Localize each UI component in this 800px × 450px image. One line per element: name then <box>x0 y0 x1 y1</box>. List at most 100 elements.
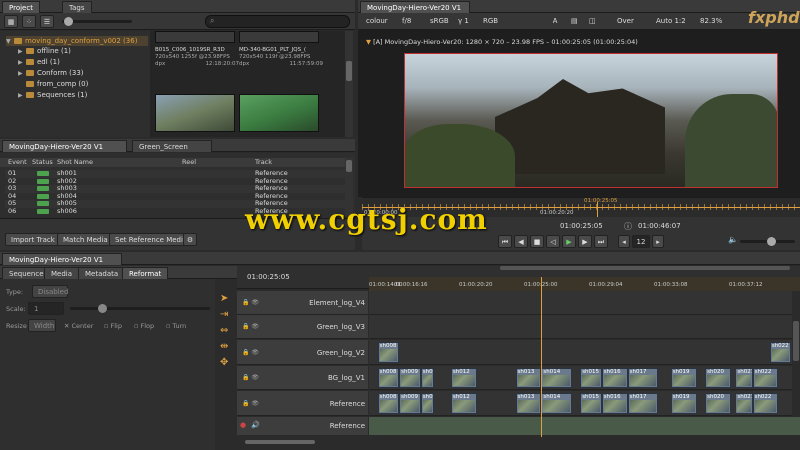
timeline-clip[interactable]: sh016 <box>601 368 628 388</box>
track-header[interactable]: 🔒 👁 Green_log_V3 <box>237 315 368 339</box>
turn-checkbox[interactable]: ▫ Turn <box>166 322 186 330</box>
gamma-value[interactable]: γ 1 <box>458 13 469 30</box>
timeline-clip[interactable]: sh013 <box>515 368 542 388</box>
center-checkbox[interactable]: ✕ Center <box>64 322 93 330</box>
thumb-size-slider[interactable] <box>62 17 132 26</box>
scroll-thumb[interactable] <box>245 440 315 444</box>
fstop-value[interactable]: f/8 <box>402 13 411 30</box>
tab-viewer[interactable]: MovingDay-Hiero-Ver20 V1 <box>360 1 470 13</box>
scale-field[interactable]: 1 <box>28 302 64 315</box>
timeline-clip[interactable]: sh015 <box>580 368 602 388</box>
expand-icon[interactable]: ▶ <box>18 58 26 68</box>
tree-item-from-comp[interactable]: from_comp (0) <box>18 79 88 89</box>
select-tool-icon[interactable]: ➤ <box>220 293 228 304</box>
track-lane[interactable]: sh008 sh009 sh0 sh012 sh013 sh014 sh015 sh016 sh… <box>369 391 800 416</box>
tab-media[interactable]: Media <box>44 267 80 279</box>
frame-forward-button[interactable]: ▸ <box>652 235 664 248</box>
expand-icon[interactable]: ▶ <box>18 47 26 57</box>
timeline-clip[interactable]: sh008 <box>377 393 400 414</box>
play-reverse-button[interactable]: ◁ <box>546 235 560 248</box>
track-lane[interactable]: sh008 sh009 sh0 sh012 sh013 sh014 sh015 sh016 sh… <box>369 366 800 390</box>
track-header[interactable]: 🔒 👁 Green_log_V2 <box>237 340 368 365</box>
bin-scrollbar[interactable] <box>345 31 353 137</box>
stop-button[interactable]: ■ <box>530 235 544 248</box>
timeline-clip[interactable]: sh013 <box>515 393 542 414</box>
slip-tool-icon[interactable]: ⇥ <box>220 309 228 320</box>
volume-slider[interactable] <box>740 237 795 246</box>
display-mode-select[interactable]: RGB <box>483 13 498 30</box>
tab-timeline[interactable]: MovingDay-Hiero-Ver20 V1 <box>2 253 122 265</box>
zoom-tool-icon[interactable]: ✥ <box>220 357 228 368</box>
set-reference-media-button[interactable]: Set Reference Media <box>109 233 194 246</box>
timeline-clip[interactable]: sh021 <box>735 368 753 388</box>
timeline-clip[interactable]: sh009 <box>399 393 421 414</box>
tree-item-offline[interactable]: ▶ offline (1) <box>18 46 71 56</box>
trim-tool-icon[interactable]: ⇔ <box>220 325 228 336</box>
timeline-clip[interactable]: sh019 <box>670 368 697 388</box>
flip-checkbox[interactable]: ▫ Flip <box>104 322 122 330</box>
timeline-clip[interactable]: sh022 <box>769 342 792 363</box>
tree-item-sequences[interactable]: ▶ Sequences (1) <box>18 90 87 100</box>
import-track-button[interactable]: Import Track <box>5 233 61 246</box>
clip-thumbnail[interactable] <box>239 94 319 132</box>
blend-mode-select[interactable]: Over <box>617 13 634 30</box>
track-header[interactable]: 🔒 👁 BG_log_V1 <box>237 366 368 390</box>
type-select[interactable]: Disabled <box>32 285 68 298</box>
lock-icon[interactable]: 🔒 👁 <box>242 349 259 356</box>
clip-thumbnail[interactable] <box>155 94 235 132</box>
viewer-playhead[interactable] <box>597 202 598 218</box>
timeline-clip[interactable]: sh022 <box>752 368 779 388</box>
timeline-zoom-bar[interactable] <box>500 266 790 270</box>
timeline-playhead[interactable] <box>541 277 543 437</box>
match-media-button[interactable]: Match Media <box>57 233 114 246</box>
track-lane[interactable]: sh008 sh022 <box>369 340 800 365</box>
view-grid-button[interactable]: ⁘ <box>22 15 36 28</box>
tree-item-edl[interactable]: ▶ edl (1) <box>18 57 60 67</box>
view-thumb-button[interactable]: ▦ <box>4 15 18 28</box>
play-button[interactable]: ▶ <box>562 235 576 248</box>
resolution-select[interactable]: Auto 1:2 <box>656 13 686 30</box>
tab-tags[interactable]: Tags <box>62 1 92 13</box>
current-timecode[interactable]: 01:00:25:05 <box>560 222 603 230</box>
color-sample-icon[interactable]: Ꭺ <box>553 13 558 30</box>
tab-metadata[interactable]: Metadata <box>78 267 126 279</box>
track-header[interactable]: 🔒 👁 Element_log_V4 <box>237 291 368 315</box>
timeline-clip[interactable]: sh020 <box>705 368 732 388</box>
timeline-clip[interactable]: sh020 <box>705 393 732 414</box>
go-to-end-button[interactable]: ⏭ <box>594 235 608 248</box>
scroll-thumb[interactable] <box>346 61 352 81</box>
zoom-level[interactable]: 82.3% <box>700 13 722 30</box>
expand-icon[interactable]: ▼ <box>6 37 14 47</box>
colorspace-select[interactable]: sRGB <box>430 13 449 30</box>
volume-handle[interactable] <box>767 237 776 246</box>
step-forward-button[interactable]: ▶ <box>578 235 592 248</box>
expand-icon[interactable]: ▶ <box>18 69 26 79</box>
timeline-scrollbar[interactable] <box>237 437 800 447</box>
tree-item-root[interactable]: ▼ moving_day_conform_v002 (36) <box>6 36 148 46</box>
timeline-current-timecode[interactable]: 01:00:25:05 <box>247 273 290 281</box>
track-lane[interactable] <box>369 315 800 339</box>
scroll-thumb[interactable] <box>793 321 799 361</box>
view-list-button[interactable]: ☰ <box>40 15 54 28</box>
timeline-clip[interactable]: sh0 <box>420 368 434 388</box>
timeline-clip[interactable]: sh017 <box>627 393 658 414</box>
timeline-clip[interactable]: sh019 <box>670 393 697 414</box>
lock-icon[interactable]: 🔒 👁 <box>242 323 259 330</box>
audio-record-icon[interactable]: ● <box>240 421 246 429</box>
viewer-canvas[interactable]: ▼ [A] MovingDay-Hiero-Ver20: 1280 × 720 … <box>358 30 800 197</box>
timeline-clip[interactable]: sh012 <box>450 393 477 414</box>
timeline-clip[interactable]: sh014 <box>541 368 572 388</box>
clip-thumbnail[interactable] <box>239 31 319 43</box>
timeline-clip[interactable]: sh012 <box>450 368 477 388</box>
timeline-clip[interactable]: sh015 <box>580 393 602 414</box>
step-back-button[interactable]: ◀ <box>514 235 528 248</box>
search-input[interactable]: ⌕ <box>205 15 350 28</box>
expand-icon[interactable]: ▶ <box>18 91 26 101</box>
timeline-clip[interactable]: sh016 <box>601 393 628 414</box>
timeline-clip[interactable]: sh008 <box>377 368 400 388</box>
clip-thumbnail[interactable] <box>155 31 235 43</box>
info-icon[interactable]: ⓘ <box>624 221 632 232</box>
frame-back-button[interactable]: ◂ <box>618 235 630 248</box>
overlay-icon[interactable]: ▤ <box>571 13 578 30</box>
timeline-clip[interactable]: sh022 <box>752 393 779 414</box>
